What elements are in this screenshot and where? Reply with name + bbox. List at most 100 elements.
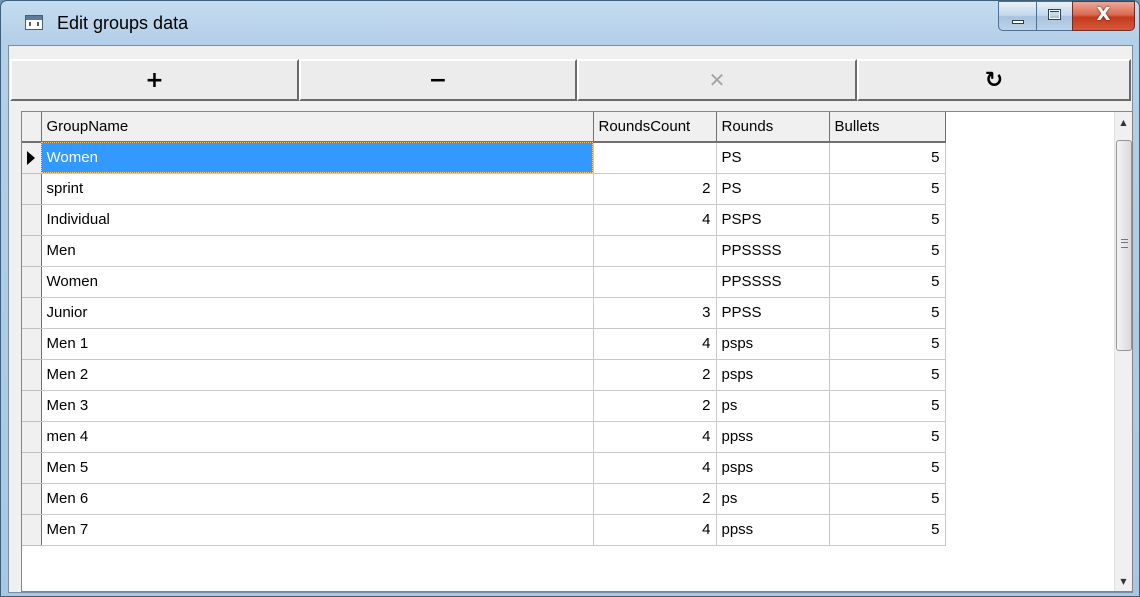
cell-roundscount[interactable]: 2	[593, 483, 717, 515]
cell-bullets[interactable]: 5	[829, 297, 946, 329]
vertical-scrollbar[interactable]: ▲ ▼	[1114, 112, 1132, 591]
cell-roundscount[interactable]	[593, 235, 717, 267]
cell-bullets[interactable]: 5	[829, 452, 946, 484]
table-row[interactable]: Men 7 4 ppss 5	[22, 514, 946, 546]
column-header-roundscount[interactable]: RoundsCount	[593, 112, 717, 143]
row-indicator[interactable]	[22, 173, 42, 205]
cell-roundscount[interactable]: 4	[593, 204, 717, 236]
cell-groupname[interactable]: Junior	[41, 297, 594, 329]
cell-bullets[interactable]: 5	[829, 173, 946, 205]
cell-bullets[interactable]: 5	[829, 142, 946, 174]
cell-groupname[interactable]: Men 6	[41, 483, 594, 515]
cell-rounds[interactable]: PPSSSS	[716, 235, 830, 267]
row-indicator[interactable]	[22, 266, 42, 298]
cell-rounds[interactable]: PS	[716, 173, 830, 205]
cell-roundscount[interactable]: 4	[593, 452, 717, 484]
table-row[interactable]: Junior 3 PPSS 5	[22, 297, 946, 329]
cell-groupname[interactable]: Men	[41, 235, 594, 267]
groups-grid[interactable]: GroupName RoundsCount Rounds Bullets Wom…	[21, 111, 1133, 592]
row-indicator[interactable]	[22, 359, 42, 391]
cancel-edit-button[interactable]: ✕	[577, 59, 857, 101]
close-button[interactable]: X	[1072, 1, 1135, 31]
table-row[interactable]: Individual 4 PSPS 5	[22, 204, 946, 236]
row-indicator[interactable]	[22, 483, 42, 515]
cell-bullets[interactable]: 5	[829, 483, 946, 515]
cell-groupname[interactable]: Men 5	[41, 452, 594, 484]
table-row[interactable]: Women PS 5	[22, 142, 946, 174]
cell-groupname[interactable]: Men 3	[41, 390, 594, 422]
table-row[interactable]: Men 5 4 psps 5	[22, 452, 946, 484]
cell-roundscount[interactable]: 4	[593, 328, 717, 360]
delete-record-button[interactable]: −	[299, 59, 577, 101]
cell-bullets[interactable]: 5	[829, 359, 946, 391]
row-indicator[interactable]	[22, 328, 42, 360]
table-row[interactable]: men 4 4 ppss 5	[22, 421, 946, 453]
column-header-bullets[interactable]: Bullets	[829, 112, 946, 143]
scroll-up-arrow-icon[interactable]: ▲	[1115, 112, 1132, 132]
cell-rounds[interactable]: PSPS	[716, 204, 830, 236]
caption-buttons: X	[998, 1, 1135, 31]
cell-rounds[interactable]: PPSS	[716, 297, 830, 329]
window-client-area: + − ✕ ↻ GroupName RoundsCount Rounds Bul…	[8, 45, 1133, 593]
cell-rounds[interactable]: psps	[716, 359, 830, 391]
cell-bullets[interactable]: 5	[829, 421, 946, 453]
maximize-button[interactable]	[1036, 1, 1072, 31]
cell-roundscount[interactable]: 2	[593, 173, 717, 205]
refresh-button[interactable]: ↻	[857, 59, 1131, 101]
cell-groupname[interactable]: Women	[41, 266, 594, 298]
minimize-button[interactable]	[998, 1, 1036, 31]
table-row[interactable]: Men 1 4 psps 5	[22, 328, 946, 360]
cell-roundscount[interactable]	[593, 266, 717, 298]
current-row-arrow-icon	[27, 150, 35, 165]
table-row[interactable]: Men 3 2 ps 5	[22, 390, 946, 422]
cell-rounds[interactable]: PPSSSS	[716, 266, 830, 298]
title-bar[interactable]: Edit groups data X	[1, 1, 1139, 45]
cell-bullets[interactable]: 5	[829, 390, 946, 422]
row-indicator[interactable]	[22, 390, 42, 422]
cell-rounds[interactable]: ppss	[716, 514, 830, 546]
cell-rounds[interactable]: ps	[716, 483, 830, 515]
cell-rounds[interactable]: psps	[716, 328, 830, 360]
cell-roundscount[interactable]: 4	[593, 514, 717, 546]
row-indicator[interactable]	[22, 297, 42, 329]
cell-bullets[interactable]: 5	[829, 514, 946, 546]
cell-rounds[interactable]: PS	[716, 142, 830, 174]
scroll-down-arrow-icon[interactable]: ▼	[1115, 571, 1132, 591]
table-row[interactable]: sprint 2 PS 5	[22, 173, 946, 205]
row-indicator[interactable]	[22, 204, 42, 236]
table-row[interactable]: Men 2 2 psps 5	[22, 359, 946, 391]
cell-bullets[interactable]: 5	[829, 328, 946, 360]
row-indicator[interactable]	[22, 452, 42, 484]
cell-groupname[interactable]: men 4	[41, 421, 594, 453]
add-record-button[interactable]: +	[10, 59, 299, 101]
column-header-groupname[interactable]: GroupName	[41, 112, 594, 143]
cell-roundscount[interactable]: 4	[593, 421, 717, 453]
cell-roundscount[interactable]	[593, 142, 717, 174]
cell-groupname[interactable]: Men 7	[41, 514, 594, 546]
row-indicator[interactable]	[22, 421, 42, 453]
cell-groupname[interactable]: Men 2	[41, 359, 594, 391]
scrollbar-thumb[interactable]	[1116, 140, 1132, 351]
table-row[interactable]: Women PPSSSS 5	[22, 266, 946, 298]
cell-bullets[interactable]: 5	[829, 266, 946, 298]
table-row[interactable]: Men 6 2 ps 5	[22, 483, 946, 515]
row-indicator[interactable]	[22, 514, 42, 546]
cell-rounds[interactable]: ps	[716, 390, 830, 422]
cell-bullets[interactable]: 5	[829, 204, 946, 236]
cell-roundscount[interactable]: 2	[593, 359, 717, 391]
column-header-rounds[interactable]: Rounds	[716, 112, 830, 143]
window-app-icon[interactable]	[25, 15, 43, 30]
cell-groupname[interactable]: Women	[41, 142, 594, 174]
cell-rounds[interactable]: psps	[716, 452, 830, 484]
cell-bullets[interactable]: 5	[829, 235, 946, 267]
cell-groupname[interactable]: Men 1	[41, 328, 594, 360]
row-indicator[interactable]	[22, 142, 42, 174]
cell-roundscount[interactable]: 3	[593, 297, 717, 329]
table-row[interactable]: Men PPSSSS 5	[22, 235, 946, 267]
cell-rounds[interactable]: ppss	[716, 421, 830, 453]
grip-icon	[1121, 239, 1128, 248]
cell-groupname[interactable]: sprint	[41, 173, 594, 205]
cell-groupname[interactable]: Individual	[41, 204, 594, 236]
cell-roundscount[interactable]: 2	[593, 390, 717, 422]
row-indicator[interactable]	[22, 235, 42, 267]
